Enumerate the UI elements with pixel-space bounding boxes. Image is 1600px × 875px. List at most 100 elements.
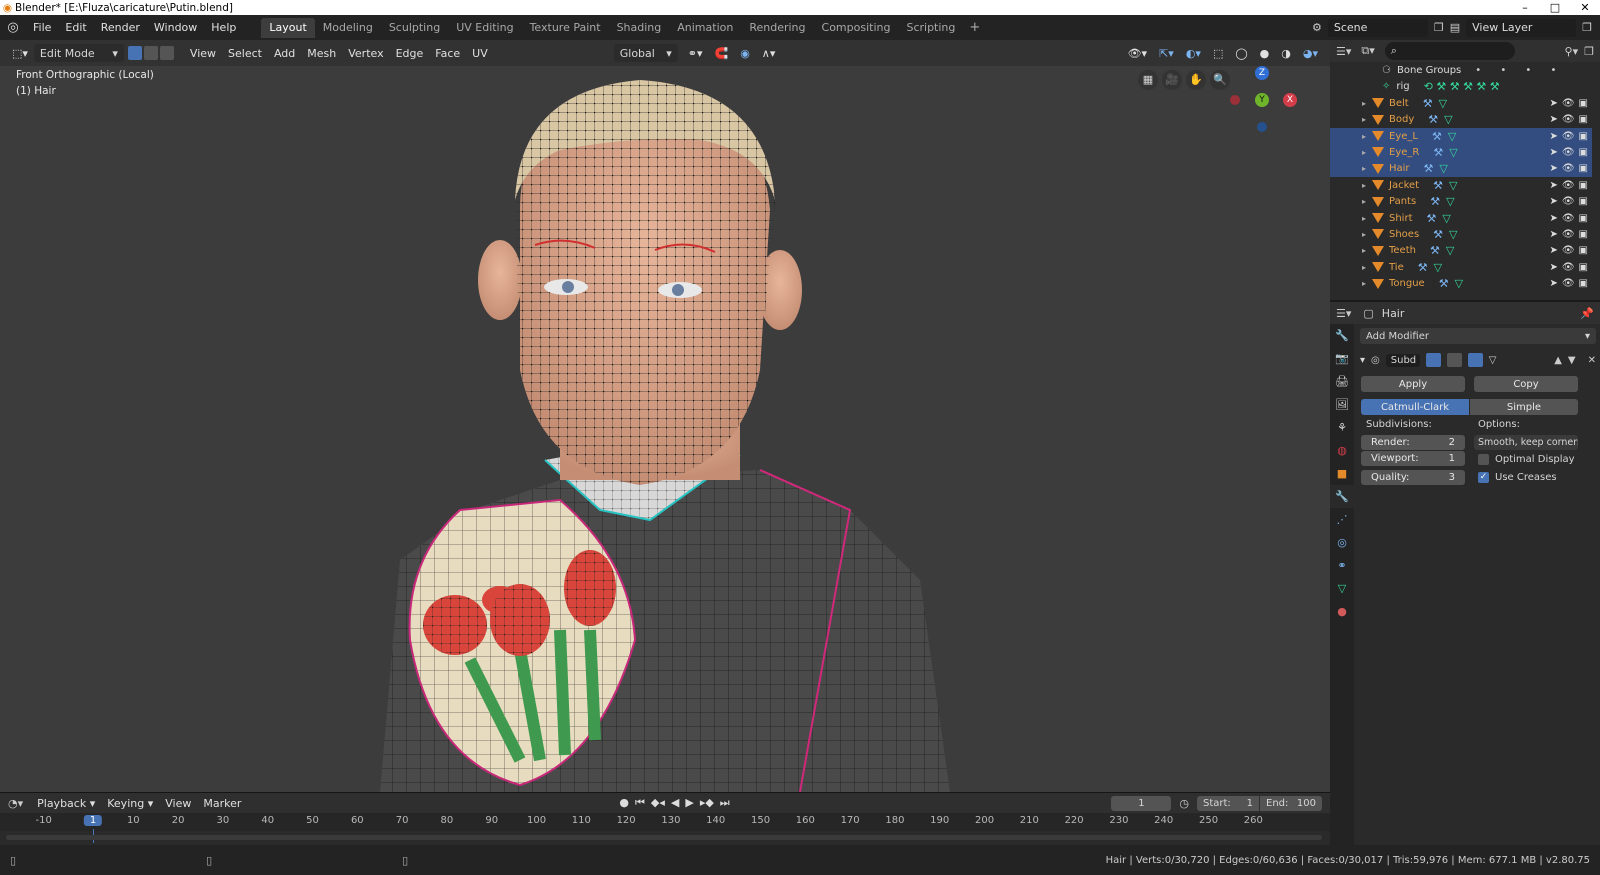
- camera-icon[interactable]: 🎥: [1162, 70, 1182, 90]
- world-tab-icon[interactable]: ◍: [1330, 439, 1354, 462]
- new-view-layer-icon[interactable]: ❐: [1582, 21, 1592, 34]
- outliner-item-tie[interactable]: ▸ Tie ⚒ ▽ ➤ 👁 ▣: [1330, 259, 1592, 276]
- expand-icon[interactable]: ▸: [1362, 197, 1372, 206]
- eye-icon[interactable]: 👁: [1562, 163, 1575, 174]
- expand-icon[interactable]: ▸: [1362, 148, 1372, 157]
- uv-smooth-dropdown[interactable]: Smooth, keep corners▾: [1474, 435, 1578, 450]
- eye-icon[interactable]: 👁: [1562, 131, 1575, 142]
- object-tab-icon[interactable]: ■: [1330, 462, 1354, 485]
- eye-icon[interactable]: 👁: [1562, 262, 1575, 273]
- timeline-scrollbar[interactable]: [6, 835, 1322, 840]
- select-toggle-icon[interactable]: ➤: [1549, 213, 1557, 224]
- maximize-icon[interactable]: □: [1540, 1, 1570, 14]
- menu-select[interactable]: Select: [222, 44, 268, 62]
- menu-face[interactable]: Face: [429, 44, 466, 62]
- tab-scripting[interactable]: Scripting: [898, 18, 963, 38]
- outliner-item-shirt[interactable]: ▸ Shirt ⚒ ▽ ➤ 👁 ▣: [1330, 210, 1592, 227]
- mode-selector[interactable]: Edit Mode ▾: [33, 44, 124, 62]
- move-down-icon[interactable]: ▼: [1568, 355, 1576, 366]
- transform-orientation-selector[interactable]: Global ▾: [613, 44, 678, 62]
- menu-add[interactable]: Add: [268, 44, 301, 62]
- neg-x-axis[interactable]: [1230, 95, 1240, 105]
- play-reverse-icon[interactable]: ◀: [671, 796, 679, 810]
- apply-button[interactable]: Apply: [1361, 376, 1465, 392]
- grid-icon[interactable]: ▦: [1138, 70, 1158, 90]
- outliner-item-pants[interactable]: ▸ Pants ⚒ ▽ ➤ 👁 ▣: [1330, 193, 1592, 210]
- axis-gizmo[interactable]: Z Y X: [1228, 66, 1298, 136]
- menu-keying[interactable]: Keying ▾: [101, 794, 159, 812]
- scene-tab-icon[interactable]: ⚘: [1330, 416, 1354, 439]
- output-tab-icon[interactable]: 🖨: [1330, 370, 1354, 393]
- modifier-tab-icon[interactable]: 🔧: [1330, 485, 1354, 508]
- menu-marker[interactable]: Marker: [197, 794, 247, 812]
- catmull-clark-button[interactable]: Catmull-Clark: [1361, 399, 1469, 415]
- menu-window[interactable]: Window: [147, 21, 204, 34]
- view-layer-tab-icon[interactable]: 🖼: [1330, 393, 1354, 416]
- editor-type-icon[interactable]: ⬚▾: [6, 44, 34, 62]
- render-visibility-icon[interactable]: ▣: [1579, 131, 1588, 142]
- eye-icon[interactable]: 👁: [1562, 245, 1575, 256]
- select-toggle-icon[interactable]: ➤: [1549, 245, 1557, 256]
- expand-icon[interactable]: ▸: [1362, 115, 1372, 124]
- copy-button[interactable]: Copy: [1474, 376, 1578, 392]
- next-keyframe-icon[interactable]: ▸◆: [700, 796, 714, 810]
- edge-select-icon[interactable]: [143, 46, 158, 60]
- select-toggle-icon[interactable]: ➤: [1549, 114, 1557, 125]
- menu-render[interactable]: Render: [94, 21, 147, 34]
- pivot-icon[interactable]: ⚭▾: [682, 44, 709, 62]
- viewport-toggle-icon[interactable]: [1446, 353, 1462, 367]
- expand-icon[interactable]: ▸: [1362, 246, 1372, 255]
- eye-icon[interactable]: 👁: [1562, 278, 1575, 289]
- material-tab-icon[interactable]: ●: [1330, 600, 1354, 623]
- menu-help[interactable]: Help: [204, 21, 243, 34]
- eye-icon[interactable]: 👁: [1562, 180, 1575, 191]
- proportional-edit-icon[interactable]: ◉: [734, 44, 756, 62]
- minimize-icon[interactable]: –: [1510, 1, 1540, 14]
- expand-icon[interactable]: ▸: [1362, 214, 1372, 223]
- render-visibility-icon[interactable]: ▣: [1579, 98, 1588, 109]
- tab-uv-editing[interactable]: UV Editing: [448, 18, 521, 38]
- menu-file[interactable]: File: [26, 21, 58, 34]
- record-icon[interactable]: ●: [619, 796, 629, 810]
- menu-playback[interactable]: Playback ▾: [31, 794, 101, 812]
- menu-edit[interactable]: Edit: [58, 21, 93, 34]
- render-visibility-icon[interactable]: ▣: [1579, 196, 1588, 207]
- y-axis[interactable]: Y: [1255, 93, 1269, 107]
- tab-animation[interactable]: Animation: [669, 18, 741, 38]
- expand-icon[interactable]: ▸: [1362, 263, 1372, 272]
- outliner-item-eye-r[interactable]: ▸ Eye_R ⚒ ▽ ➤ 👁 ▣: [1330, 144, 1592, 161]
- render-visibility-icon[interactable]: ▣: [1579, 245, 1588, 256]
- render-tab-icon[interactable]: 📷: [1330, 347, 1354, 370]
- menu-view[interactable]: View: [184, 44, 222, 62]
- select-toggle-icon[interactable]: ➤: [1549, 229, 1557, 240]
- remove-modifier-icon[interactable]: ✕: [1588, 355, 1596, 366]
- render-visibility-icon[interactable]: ▣: [1579, 114, 1588, 125]
- menu-mesh[interactable]: Mesh: [301, 44, 342, 62]
- display-mode-icon[interactable]: ⧉▾: [1361, 44, 1374, 58]
- render-visibility-icon[interactable]: ▣: [1579, 147, 1588, 158]
- wireframe-shading-icon[interactable]: ◯: [1229, 44, 1253, 62]
- eye-icon[interactable]: 👁: [1562, 98, 1575, 109]
- data-tab-icon[interactable]: ▽: [1330, 577, 1354, 600]
- tab-layout[interactable]: Layout: [261, 17, 315, 38]
- outliner-item-jacket[interactable]: ▸ Jacket ⚒ ▽ ➤ 👁 ▣: [1330, 177, 1592, 194]
- editmode-toggle-icon[interactable]: [1467, 353, 1483, 367]
- particles-tab-icon[interactable]: ⋰: [1330, 508, 1354, 531]
- solid-shading-icon[interactable]: ●: [1254, 44, 1276, 62]
- menu-uv[interactable]: UV: [466, 44, 494, 62]
- select-toggle-icon[interactable]: ➤: [1549, 196, 1557, 207]
- add-workspace-icon[interactable]: +: [963, 20, 986, 35]
- tab-compositing[interactable]: Compositing: [814, 18, 899, 38]
- eye-icon[interactable]: 👁: [1562, 229, 1575, 240]
- end-frame-field[interactable]: End: 100: [1260, 795, 1322, 811]
- eye-icon[interactable]: 👁: [1562, 147, 1575, 158]
- jump-end-icon[interactable]: ⏭: [720, 796, 730, 810]
- move-up-icon[interactable]: ▲: [1554, 355, 1562, 366]
- timeline-ruler[interactable]: -10 1 10 20 30 40 50 60 70 80 90 100 110 120 130 140 150…: [0, 813, 1330, 843]
- outliner-item-eye-l[interactable]: ▸ Eye_L ⚒ ▽ ➤ 👁 ▣: [1330, 127, 1592, 145]
- outliner-bone-groups[interactable]: ⚆ Bone Groups • • • •: [1330, 62, 1592, 79]
- expand-icon[interactable]: ▸: [1362, 181, 1372, 190]
- constraints-tab-icon[interactable]: ⚭: [1330, 554, 1354, 577]
- tab-modeling[interactable]: Modeling: [315, 18, 381, 38]
- outliner-item-hair[interactable]: ▸ Hair ⚒ ▽ ➤ 👁 ▣: [1330, 160, 1592, 178]
